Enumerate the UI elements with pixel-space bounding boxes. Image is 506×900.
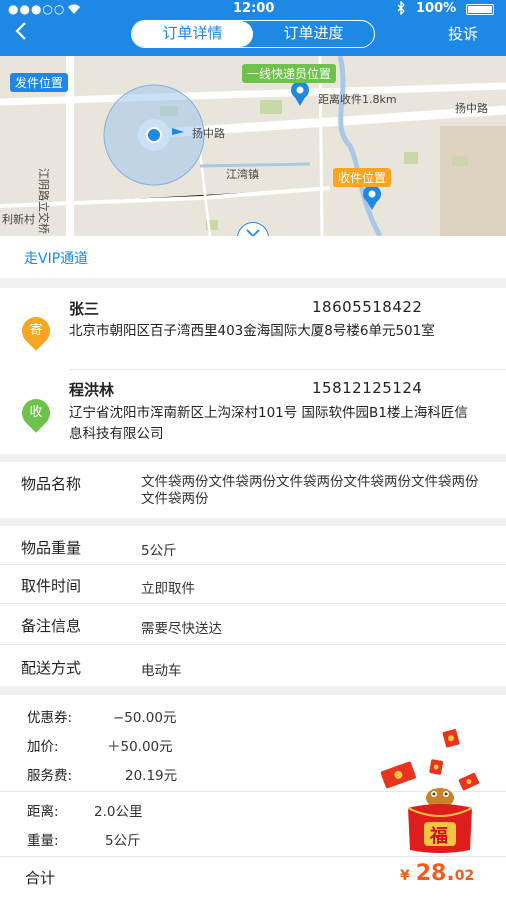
divider bbox=[0, 644, 506, 645]
receiver-address: 辽宁省沈阳市浑南新区上沟深村101号 国际软件园B1楼上海科匠信息科技有限公司 bbox=[69, 405, 468, 442]
back-icon[interactable] bbox=[14, 20, 28, 46]
pickup-time-value: 立即取件 bbox=[141, 581, 195, 597]
red-packet-floating-button[interactable]: 福 bbox=[374, 726, 494, 856]
map-roads bbox=[0, 56, 506, 236]
signal-indicator: ●●●○○ bbox=[8, 2, 66, 16]
complain-button[interactable]: 投诉 bbox=[448, 23, 478, 44]
app-header: ●●●○○ 12:00 100% 订单详情 订单进度 投诉 bbox=[0, 0, 506, 56]
receiver-name: 程洪林 bbox=[69, 381, 115, 399]
receiver-phone[interactable]: 15812125124 bbox=[312, 379, 422, 397]
distance-value: 2.0公里 bbox=[94, 804, 143, 820]
tab-order-progress[interactable]: 订单进度 bbox=[253, 21, 374, 47]
map-street-label: 江阴路立交桥 bbox=[37, 168, 50, 234]
sender-location-tag: 发件位置 bbox=[10, 73, 69, 92]
distance-label: 距离收件1.8km bbox=[318, 93, 397, 106]
status-bar: ●●●○○ 12:00 100% bbox=[0, 0, 506, 18]
vip-channel-row[interactable]: 走VIP通道 bbox=[0, 236, 506, 278]
item-name-value: 文件袋两份文件袋两份文件袋两份文件袋两份文件袋两份文件袋两份 bbox=[141, 474, 479, 507]
vip-channel-link[interactable]: 走VIP通道 bbox=[24, 248, 88, 268]
divider bbox=[0, 856, 506, 857]
service-fee-label: 服务费: bbox=[27, 768, 73, 784]
weight-value: 5公斤 bbox=[141, 543, 177, 559]
total-weight-label: 重量: bbox=[27, 833, 59, 849]
delivery-method-value: 电动车 bbox=[141, 663, 182, 679]
sender-name: 张三 bbox=[69, 300, 100, 318]
sender-phone[interactable]: 18605518422 bbox=[312, 298, 422, 316]
sender-badge: 寄 bbox=[16, 311, 56, 351]
total-weight-value: 5公斤 bbox=[105, 833, 141, 849]
divider bbox=[69, 369, 506, 370]
total-label: 合计 bbox=[25, 869, 56, 887]
item-name-label: 物品名称 bbox=[21, 475, 82, 493]
order-info-list: 物品重量 5公斤 取件时间 立即取件 备注信息 需要尽快送达 配送方式 电动车 bbox=[0, 526, 506, 686]
address-card: 寄 张三 18605518422 北京市朝阳区百子湾西里403金海国际大厦8号楼… bbox=[0, 288, 506, 454]
coupon-value: −50.00元 bbox=[113, 710, 177, 726]
map-area-label: 江湾镇 bbox=[226, 168, 259, 181]
coupon-label: 优惠券: bbox=[27, 710, 73, 726]
map-street-label: 扬中路 bbox=[455, 102, 488, 115]
remark-value: 需要尽快送达 bbox=[141, 621, 222, 637]
divider bbox=[0, 603, 506, 604]
receiver-location-tag: 收件位置 bbox=[333, 168, 392, 187]
clock: 12:00 bbox=[233, 1, 275, 16]
delivery-method-label: 配送方式 bbox=[21, 659, 82, 677]
map-area-label: 利新村 bbox=[2, 213, 35, 226]
total-amount: ¥28.02 bbox=[400, 861, 475, 886]
surcharge-value: ＋50.00元 bbox=[107, 739, 173, 755]
battery-icon bbox=[466, 4, 494, 15]
sender-address: 北京市朝阳区百子湾西里403金海国际大厦8号楼6单元501室 bbox=[69, 323, 435, 339]
tab-order-detail[interactable]: 订单详情 bbox=[132, 21, 253, 47]
red-packet-char: 福 bbox=[430, 826, 448, 847]
distance-label: 距离: bbox=[27, 804, 59, 820]
bluetooth-icon bbox=[396, 0, 406, 18]
remark-label: 备注信息 bbox=[21, 617, 82, 635]
service-fee-value: 20.19元 bbox=[125, 768, 178, 784]
map-view[interactable]: 发件位置 一线快递员位置 收件位置 距离收件1.8km 扬中路 扬中路 江湾镇 … bbox=[0, 56, 506, 236]
receiver-badge: 收 bbox=[16, 393, 56, 433]
item-name-row: 物品名称 文件袋两份文件袋两份文件袋两份文件袋两份文件袋两份文件袋两份 bbox=[0, 462, 506, 518]
surcharge-label: 加价: bbox=[27, 739, 59, 755]
divider bbox=[0, 564, 506, 565]
map-street-label: 扬中路 bbox=[192, 127, 225, 140]
courier-location-tag: 一线快递员位置 bbox=[242, 64, 337, 83]
pickup-time-label: 取件时间 bbox=[21, 577, 82, 595]
weight-label: 物品重量 bbox=[21, 539, 82, 557]
tab-switcher: 订单详情 订单进度 bbox=[131, 20, 375, 48]
battery-percent: 100% bbox=[416, 1, 457, 16]
wifi-icon bbox=[66, 1, 82, 18]
